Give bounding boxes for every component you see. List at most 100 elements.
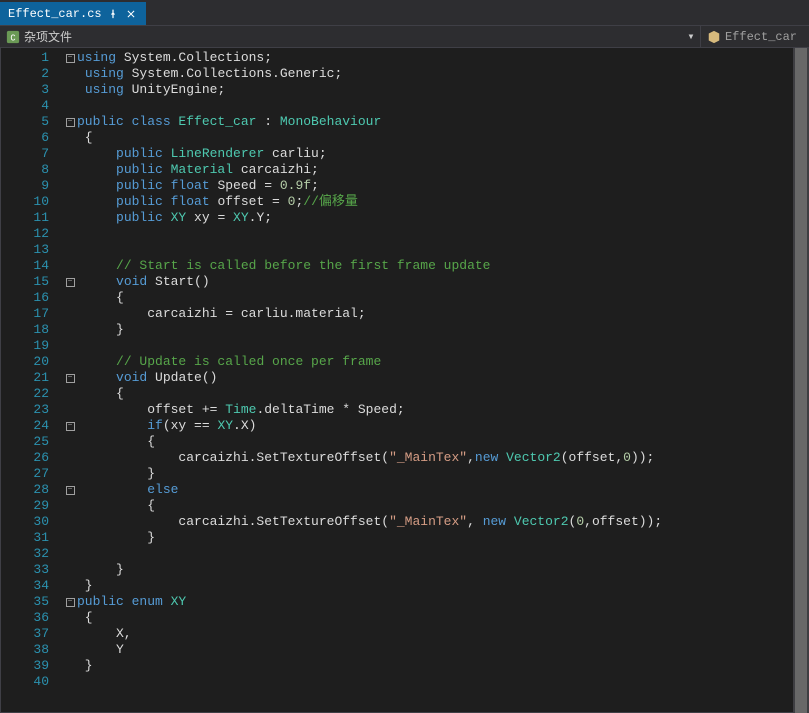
- code-line[interactable]: carcaizhi.SetTextureOffset("_MainTex",ne…: [77, 450, 808, 466]
- fold-cell: [63, 434, 77, 450]
- code-line[interactable]: public class Effect_car : MonoBehaviour: [77, 114, 808, 130]
- line-number: 15: [1, 274, 63, 290]
- code-line[interactable]: {: [77, 130, 808, 146]
- line-number: 33: [1, 562, 63, 578]
- code-line[interactable]: using System.Collections.Generic;: [77, 66, 808, 82]
- code-line[interactable]: [77, 338, 808, 354]
- editor: 1234567891011121314151617181920212223242…: [0, 48, 809, 713]
- line-number: 36: [1, 610, 63, 626]
- fold-minus-icon[interactable]: −: [66, 54, 75, 63]
- code-line[interactable]: [77, 226, 808, 242]
- fold-cell: [63, 498, 77, 514]
- code-line[interactable]: offset += Time.deltaTime * Speed;: [77, 402, 808, 418]
- line-number: 30: [1, 514, 63, 530]
- fold-minus-icon[interactable]: −: [66, 422, 75, 431]
- vertical-scrollbar[interactable]: [793, 48, 809, 713]
- code-line[interactable]: using UnityEngine;: [77, 82, 808, 98]
- code-line[interactable]: public LineRenderer carliu;: [77, 146, 808, 162]
- fold-minus-icon[interactable]: −: [66, 486, 75, 495]
- code-line[interactable]: Y: [77, 642, 808, 658]
- line-number: 3: [1, 82, 63, 98]
- line-number: 7: [1, 146, 63, 162]
- code-line[interactable]: X,: [77, 626, 808, 642]
- fold-cell: [63, 322, 77, 338]
- scrollbar-thumb[interactable]: [795, 48, 807, 713]
- line-number: 12: [1, 226, 63, 242]
- line-number: 6: [1, 130, 63, 146]
- active-tab[interactable]: Effect_car.cs: [0, 2, 146, 25]
- fold-cell[interactable]: −: [63, 50, 77, 66]
- code-line[interactable]: {: [77, 386, 808, 402]
- fold-cell[interactable]: −: [63, 594, 77, 610]
- fold-cell[interactable]: −: [63, 482, 77, 498]
- code-line[interactable]: }: [77, 466, 808, 482]
- code-line[interactable]: public enum XY: [77, 594, 808, 610]
- line-number: 10: [1, 194, 63, 210]
- code-line[interactable]: {: [77, 498, 808, 514]
- code-line[interactable]: }: [77, 658, 808, 674]
- code-line[interactable]: public float Speed = 0.9f;: [77, 178, 808, 194]
- fold-cell[interactable]: −: [63, 274, 77, 290]
- line-number: 9: [1, 178, 63, 194]
- line-number-gutter: 1234567891011121314151617181920212223242…: [1, 48, 63, 712]
- code-line[interactable]: [77, 98, 808, 114]
- line-number: 24: [1, 418, 63, 434]
- code-line[interactable]: {: [77, 434, 808, 450]
- svg-text:C: C: [10, 33, 15, 43]
- code-line[interactable]: if(xy == XY.X): [77, 418, 808, 434]
- code-line[interactable]: // Update is called once per frame: [77, 354, 808, 370]
- code-line[interactable]: carcaizhi.SetTextureOffset("_MainTex", n…: [77, 514, 808, 530]
- fold-cell: [63, 578, 77, 594]
- code-line[interactable]: }: [77, 562, 808, 578]
- fold-cell: [63, 306, 77, 322]
- code-line[interactable]: }: [77, 578, 808, 594]
- fold-minus-icon[interactable]: −: [66, 374, 75, 383]
- breadcrumb-left[interactable]: C 杂项文件: [0, 28, 78, 45]
- line-number: 37: [1, 626, 63, 642]
- line-number: 35: [1, 594, 63, 610]
- pin-icon[interactable]: [108, 9, 118, 19]
- fold-cell: [63, 450, 77, 466]
- code-line[interactable]: }: [77, 530, 808, 546]
- code-line[interactable]: [77, 546, 808, 562]
- fold-cell: [63, 466, 77, 482]
- fold-cell[interactable]: −: [63, 370, 77, 386]
- code-line[interactable]: else: [77, 482, 808, 498]
- line-number: 29: [1, 498, 63, 514]
- fold-cell: [63, 194, 77, 210]
- code-line[interactable]: {: [77, 290, 808, 306]
- fold-minus-icon[interactable]: −: [66, 598, 75, 607]
- fold-cell: [63, 658, 77, 674]
- code-line[interactable]: void Start(): [77, 274, 808, 290]
- close-icon[interactable]: [124, 7, 138, 21]
- code-line[interactable]: {: [77, 610, 808, 626]
- fold-cell: [63, 354, 77, 370]
- fold-cell: [63, 674, 77, 690]
- code-line[interactable]: carcaizhi = carliu.material;: [77, 306, 808, 322]
- fold-cell: [63, 162, 77, 178]
- code-line[interactable]: }: [77, 322, 808, 338]
- code-line[interactable]: public Material carcaizhi;: [77, 162, 808, 178]
- breadcrumb-bar: C 杂项文件 ▾ Effect_car: [0, 26, 809, 48]
- code-line[interactable]: void Update(): [77, 370, 808, 386]
- breadcrumb-dropdown-icon[interactable]: ▾: [682, 29, 700, 44]
- breadcrumb-right[interactable]: Effect_car: [700, 26, 809, 47]
- code-line[interactable]: public XY xy = XY.Y;: [77, 210, 808, 226]
- line-number: 4: [1, 98, 63, 114]
- code-line[interactable]: using System.Collections;: [77, 50, 808, 66]
- code-area[interactable]: using System.Collections; using System.C…: [77, 48, 808, 712]
- fold-cell: [63, 290, 77, 306]
- code-line[interactable]: [77, 674, 808, 690]
- line-number: 14: [1, 258, 63, 274]
- fold-cell[interactable]: −: [63, 114, 77, 130]
- code-line[interactable]: [77, 242, 808, 258]
- fold-minus-icon[interactable]: −: [66, 118, 75, 127]
- fold-cell: [63, 642, 77, 658]
- code-line[interactable]: // Start is called before the first fram…: [77, 258, 808, 274]
- fold-cell: [63, 82, 77, 98]
- breadcrumb-right-label: Effect_car: [725, 30, 797, 44]
- fold-cell: [63, 402, 77, 418]
- fold-cell[interactable]: −: [63, 418, 77, 434]
- code-line[interactable]: public float offset = 0;//偏移量: [77, 194, 808, 210]
- fold-minus-icon[interactable]: −: [66, 278, 75, 287]
